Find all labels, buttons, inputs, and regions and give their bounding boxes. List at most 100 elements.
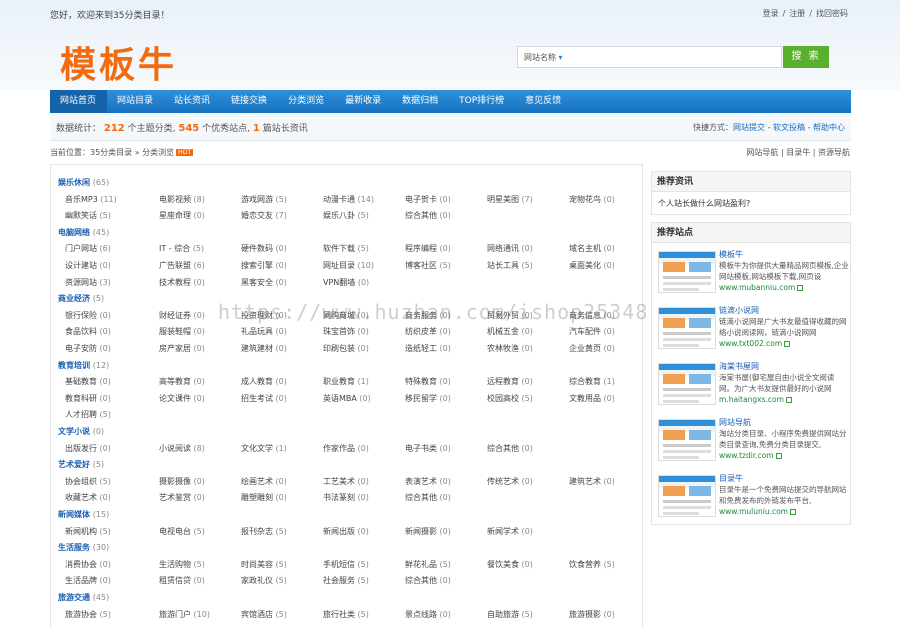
subcategory-link[interactable]: 消费协会 (0) (65, 559, 111, 570)
subcategory-link[interactable]: 基础教育 (0) (65, 376, 111, 387)
subcategory-link[interactable]: 鲜花礼品 (5) (405, 559, 451, 570)
category-title[interactable]: 娱乐休闲 (65) (58, 177, 109, 188)
subcategory-link[interactable]: 移民留学 (0) (405, 393, 451, 404)
subcategory-link[interactable]: 远程教育 (0) (487, 376, 533, 387)
external-link-icon[interactable] (785, 397, 792, 403)
subcategory-link[interactable]: 自助旅游 (5) (487, 609, 533, 620)
subcategory-link[interactable]: 服装鞋帽 (0) (159, 326, 205, 337)
subcategory-link[interactable]: 人才招聘 (5) (65, 409, 111, 420)
site-name[interactable]: 海棠书屋网 (719, 361, 759, 372)
subcategory-link[interactable]: IT - 综合 (5) (159, 243, 204, 254)
forgot-password-link[interactable]: 找回密码 (816, 9, 848, 18)
nav-link-site-guide[interactable]: 网站导航 (746, 148, 778, 157)
login-link[interactable]: 登录 (763, 9, 779, 18)
recommended-site[interactable]: 网站导航 淘站分类目录、小程序免费提供网站分类目录查询,免费分类目录提交, www.… (658, 417, 848, 463)
subcategory-link[interactable]: 社会服务 (5) (323, 575, 369, 586)
subcategory-link[interactable]: 综合其他 (0) (405, 575, 451, 586)
subcategory-link[interactable]: 婚恋交友 (7) (241, 210, 287, 221)
subcategory-link[interactable]: 教育科研 (0) (65, 393, 111, 404)
nav-item[interactable]: 链接交换 (221, 90, 278, 113)
subcategory-link[interactable]: 电子书类 (0) (405, 443, 451, 454)
subcategory-link[interactable]: 桌面美化 (0) (569, 260, 615, 271)
nav-item[interactable]: 分类浏览 (278, 90, 335, 113)
subcategory-link[interactable]: 餐饮美食 (0) (487, 559, 533, 570)
subcategory-link[interactable]: 房产家居 (0) (159, 343, 205, 354)
site-name[interactable]: 目录牛 (719, 473, 743, 484)
subcategory-link[interactable]: 网络通讯 (0) (487, 243, 533, 254)
subcategory-link[interactable]: 文教用品 (0) (569, 393, 615, 404)
subcategory-link[interactable]: 新闻出版 (0) (323, 526, 369, 537)
subcategory-link[interactable]: 生活品牌 (0) (65, 575, 111, 586)
help-center-link[interactable]: 帮助中心 (813, 123, 845, 132)
category-title[interactable]: 新闻媒体 (15) (58, 509, 109, 520)
subcategory-link[interactable]: 黑客安全 (0) (241, 277, 287, 288)
site-logo[interactable]: 模板牛 (60, 36, 177, 88)
category-title[interactable]: 电脑网络 (45) (58, 227, 109, 238)
subcategory-link[interactable]: 综合其他 (0) (405, 492, 451, 503)
subcategory-link[interactable]: 旅游摄影 (0) (569, 609, 615, 620)
site-url[interactable]: www.tzdir.com (719, 451, 774, 460)
subcategory-link[interactable]: 宠物花鸟 (0) (569, 194, 615, 205)
site-name[interactable]: 网站导航 (719, 417, 751, 428)
subcategory-link[interactable]: 造纸轻工 (0) (405, 343, 451, 354)
nav-item[interactable]: 最新收录 (335, 90, 392, 113)
subcategory-link[interactable]: 域名主机 (0) (569, 243, 615, 254)
subcategory-link[interactable]: 新闻摄影 (0) (405, 526, 451, 537)
subcategory-link[interactable]: 软件下载 (5) (323, 243, 369, 254)
subcategory-link[interactable]: 成人教育 (0) (241, 376, 287, 387)
subcategory-link[interactable]: 英语MBA (0) (323, 393, 371, 404)
subcategory-link[interactable]: 印刷包装 (0) (323, 343, 369, 354)
category-title[interactable]: 教育培训 (12) (58, 360, 109, 371)
subcategory-link[interactable]: 校园高校 (5) (487, 393, 533, 404)
category-title[interactable]: 文学小说 (0) (58, 426, 104, 437)
subcategory-link[interactable]: 新闻机构 (5) (65, 526, 111, 537)
subcategory-link[interactable]: 招生考试 (0) (241, 393, 287, 404)
subcategory-link[interactable]: 程序编程 (0) (405, 243, 451, 254)
register-link[interactable]: 注册 (789, 9, 805, 18)
subcategory-link[interactable]: 书法篆刻 (0) (323, 492, 369, 503)
site-url[interactable]: www.muluniu.com (719, 507, 788, 516)
subcategory-link[interactable]: 门户网站 (6) (65, 243, 111, 254)
subcategory-link[interactable]: 收藏艺术 (0) (65, 492, 111, 503)
nav-item[interactable]: 数据归档 (392, 90, 449, 113)
site-url[interactable]: www.txt002.com (719, 339, 782, 348)
external-link-icon[interactable] (784, 341, 791, 347)
news-item[interactable]: 个人站长做什么网站盈利? (652, 192, 850, 215)
subcategory-link[interactable]: 综合其他 (0) (405, 210, 451, 221)
subcategory-link[interactable]: 出版发行 (0) (65, 443, 111, 454)
subcategory-link[interactable]: 财经证券 (0) (159, 310, 205, 321)
nav-link-muluniu[interactable]: 目录牛 (786, 148, 810, 157)
recommended-site[interactable]: 模板牛 模板牛为你提供大量精品网页模板,企业网站模板,网站模板下载,网页设 www.… (658, 249, 849, 295)
subcategory-link[interactable]: 旅游门户 (10) (159, 609, 210, 620)
subcategory-link[interactable]: 设计建站 (0) (65, 260, 111, 271)
site-thumbnail[interactable] (658, 363, 716, 405)
subcategory-link[interactable]: 资源网站 (3) (65, 277, 111, 288)
subcategory-link[interactable]: 银行保险 (0) (65, 310, 111, 321)
subcategory-link[interactable]: 职业教育 (1) (323, 376, 369, 387)
site-thumbnail[interactable] (658, 475, 716, 517)
site-url[interactable]: m.haitangxs.com (719, 395, 784, 404)
site-url[interactable]: www.mubanniu.com (719, 283, 795, 292)
subcategory-link[interactable]: 网址目录 (10) (323, 260, 374, 271)
subcategory-link[interactable]: 表演艺术 (0) (405, 476, 451, 487)
search-input[interactable]: 网站名称 ▾ (517, 46, 782, 68)
subcategory-link[interactable]: 作家作品 (0) (323, 443, 369, 454)
search-button[interactable]: 搜 索 (783, 46, 829, 68)
subcategory-link[interactable]: 明星美图 (7) (487, 194, 533, 205)
subcategory-link[interactable]: 艺术鉴赏 (0) (159, 492, 205, 503)
subcategory-link[interactable]: 博客社区 (5) (405, 260, 451, 271)
external-link-icon[interactable] (790, 509, 796, 515)
site-thumbnail[interactable] (658, 251, 716, 293)
subcategory-link[interactable]: 电影视频 (8) (159, 194, 205, 205)
category-title[interactable]: 生活服务 (30) (58, 542, 109, 553)
subcategory-link[interactable]: 雕塑雕刻 (0) (241, 492, 287, 503)
subcategory-link[interactable]: 娱乐八卦 (5) (323, 210, 369, 221)
subcategory-link[interactable]: 站长工具 (5) (487, 260, 533, 271)
subcategory-link[interactable]: 企业黄页 (0) (569, 343, 615, 354)
subcategory-link[interactable]: 报刊杂志 (5) (241, 526, 287, 537)
subcategory-link[interactable]: 纺织皮革 (0) (405, 326, 451, 337)
subcategory-link[interactable]: 广告联盟 (6) (159, 260, 205, 271)
subcategory-link[interactable]: 星座命理 (0) (159, 210, 205, 221)
nav-item[interactable]: 站长资讯 (164, 90, 221, 113)
subcategory-link[interactable]: 新闻学术 (0) (487, 526, 533, 537)
